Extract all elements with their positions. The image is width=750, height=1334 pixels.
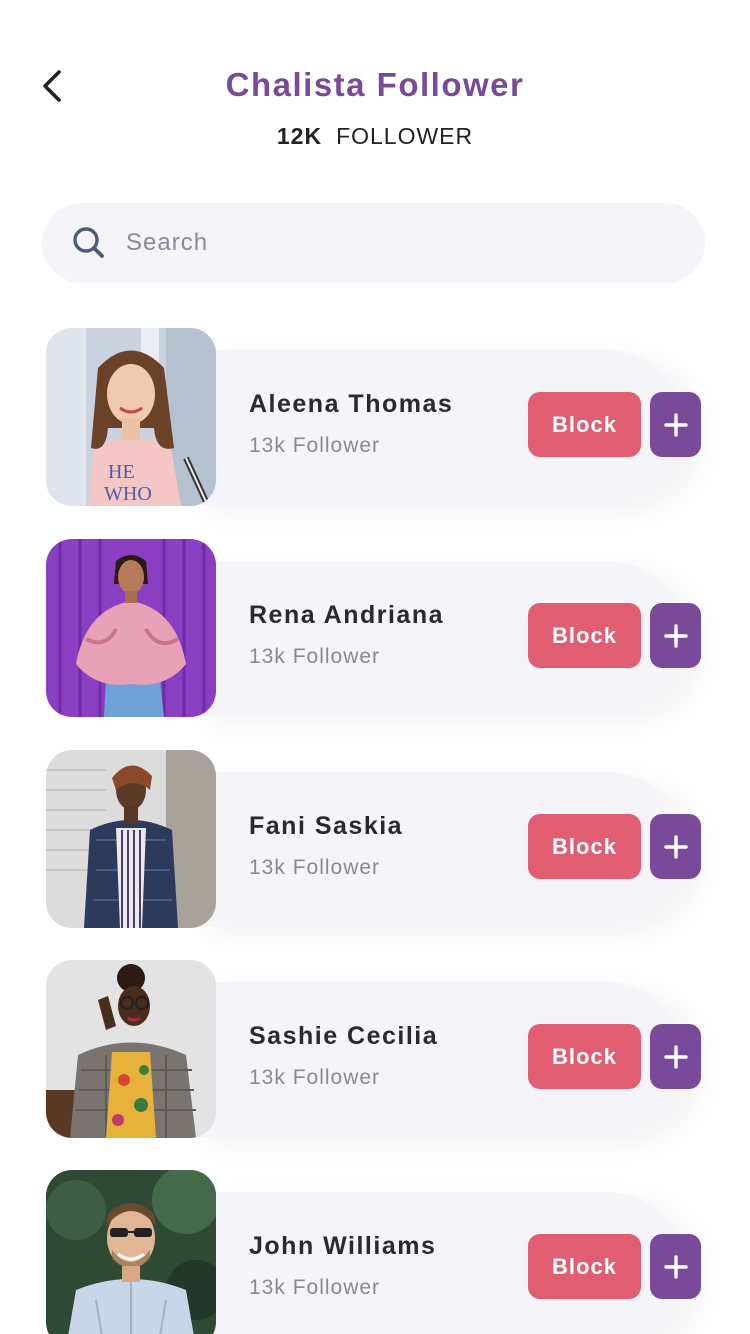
woman-glasses-plaid-jacket-photo — [46, 960, 216, 1138]
block-button[interactable]: Block — [528, 1024, 641, 1089]
svg-text:HE: HE — [108, 461, 135, 483]
block-button[interactable]: Block — [528, 603, 641, 668]
block-button[interactable]: Block — [528, 1234, 641, 1299]
plus-icon — [663, 834, 688, 859]
follower-count-text: 13k Follower — [249, 645, 381, 668]
svg-text:WHO: WHO — [104, 483, 152, 505]
plus-icon — [663, 1044, 688, 1069]
avatar[interactable] — [46, 1170, 216, 1334]
plus-icon — [663, 1254, 688, 1279]
list-item[interactable]: Rena Andriana 13k Follower Block — [0, 539, 750, 717]
follower-name: Fani Saskia — [249, 812, 404, 840]
block-button[interactable]: Block — [528, 392, 641, 457]
add-button[interactable] — [650, 1234, 701, 1299]
man-sunglasses-photo — [46, 1170, 216, 1334]
avatar[interactable]: HE WHO — [46, 328, 216, 506]
follower-count-text: 13k Follower — [249, 1066, 381, 1089]
add-button[interactable] — [650, 814, 701, 879]
follower-summary: 12K FOLLOWER — [0, 123, 750, 150]
list-item[interactable]: Fani Saskia 13k Follower Block — [0, 750, 750, 928]
follower-count-text: 13k Follower — [249, 1276, 381, 1299]
woman-blazer-brick-wall-photo — [46, 750, 216, 928]
add-button[interactable] — [650, 392, 701, 457]
follower-name: Rena Andriana — [249, 601, 445, 629]
avatar[interactable] — [46, 750, 216, 928]
list-item[interactable]: John Williams 13k Follower Block — [0, 1170, 750, 1334]
add-button[interactable] — [650, 603, 701, 668]
avatar[interactable] — [46, 960, 216, 1138]
follower-name: Aleena Thomas — [249, 390, 454, 418]
list-item[interactable]: HE WHO Aleena Thomas 13k Follower Block — [0, 328, 750, 506]
header: Chalista Follower 12K FOLLOWER — [0, 0, 750, 180]
block-button[interactable]: Block — [528, 814, 641, 879]
woman-pink-tshirt-photo: HE WHO — [46, 328, 216, 506]
avatar[interactable] — [46, 539, 216, 717]
follower-count-text: 13k Follower — [249, 856, 381, 879]
follower-count-label: FOLLOWER — [336, 123, 474, 149]
plus-icon — [663, 412, 688, 437]
follower-name: John Williams — [249, 1232, 437, 1260]
plus-icon — [663, 623, 688, 648]
follower-count-text: 13k Follower — [249, 434, 381, 457]
search-icon — [73, 227, 104, 258]
search-bar[interactable] — [42, 203, 705, 283]
list-item[interactable]: Sashie Cecilia 13k Follower Block — [0, 960, 750, 1138]
follower-name: Sashie Cecilia — [249, 1022, 439, 1050]
page-title: Chalista Follower — [225, 66, 525, 103]
search-input[interactable] — [126, 229, 646, 257]
woman-purple-wall-photo — [46, 539, 216, 717]
follower-count: 12K — [276, 123, 323, 149]
add-button[interactable] — [650, 1024, 701, 1089]
